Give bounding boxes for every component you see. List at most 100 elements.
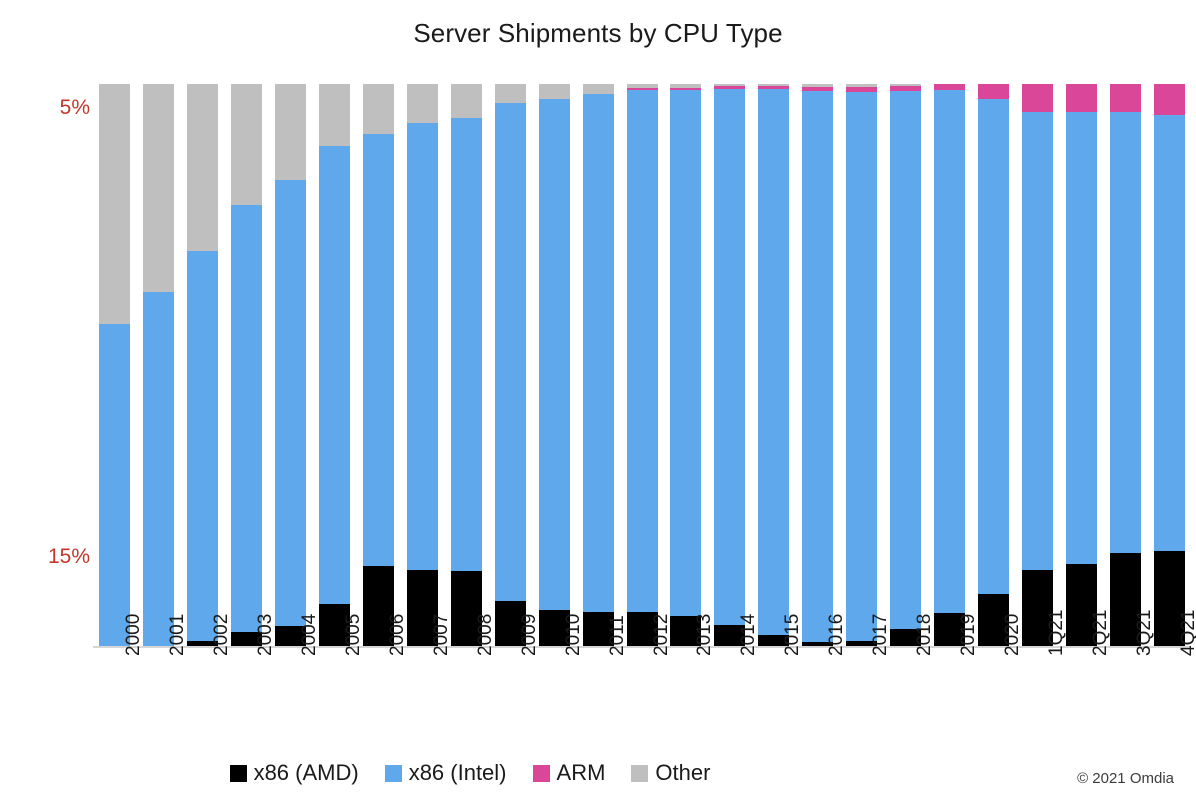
x-axis-tick-label: 2019 [958,613,979,656]
x-axis-tick-label: 2016 [826,613,847,656]
bar-segment [846,84,877,88]
bar-segment [275,84,306,181]
bar-segment [1110,84,1141,112]
bar-segment [670,90,701,617]
bar-segment [934,90,965,613]
x-axis-tick-label: 2007 [431,613,452,656]
bar-segment [627,90,658,612]
x-axis-tick-label: 2013 [694,613,715,656]
x-axis-tick-label: 2014 [738,613,759,656]
bar-segment [627,87,658,91]
bar-column [1022,84,1053,646]
bar-column [143,84,174,646]
bar-segment [890,85,921,91]
bar-column [846,84,877,646]
bar-column [758,84,789,646]
bar-column [890,84,921,646]
legend-swatch-icon [229,764,247,782]
bar-segment [670,87,701,91]
bar-segment [99,323,130,646]
bar-segment [143,291,174,646]
x-axis-tick-label: 2012 [651,613,672,656]
bar-column [319,84,350,646]
bar-segment [1022,84,1053,112]
x-axis-tick-label: 2Q21 [1090,609,1111,656]
bar-segment [451,84,482,118]
y-axis-tick-label-5: 5% [59,96,90,119]
bar-segment [319,145,350,604]
bar-segment [539,84,570,99]
legend-label: x86 (AMD) [253,760,359,785]
x-axis-tick-label: 2018 [914,613,935,656]
bar-segment [758,89,789,635]
bar-segment [714,88,745,626]
bar-segment [846,91,877,641]
bar-segment [846,87,877,92]
bar-segment [934,84,965,91]
bar-column [1110,84,1141,646]
legend-label: ARM [556,760,606,785]
bar-segment [187,84,218,251]
legend-item: x86 (Intel) [384,760,507,786]
bar-column [539,84,570,646]
legend-label: Other [655,760,711,785]
bar-column [495,84,526,646]
bar-segment [319,84,350,146]
bar-segment [1066,84,1097,113]
bar-segment [275,180,306,626]
bar-column [407,84,438,646]
bar-column [187,84,218,646]
bar-segment [714,84,745,87]
bar-segment [670,84,701,88]
legend-item: ARM [532,760,606,786]
bar-column [670,84,701,646]
bar-column [627,84,658,646]
x-axis-tick-label: 2003 [255,613,276,656]
bar-segment [802,84,833,87]
bar-segment [1154,114,1185,552]
bar-segment [495,84,526,104]
x-axis-tick-label: 2020 [1002,613,1023,656]
bar-column [714,84,745,646]
bar-segment [802,86,833,91]
x-axis-tick-label: 2004 [299,613,320,656]
x-axis-tick-label: 2008 [475,613,496,656]
bar-column [99,84,130,646]
bar-segment [99,84,130,324]
x-axis-tick-label: 2001 [167,613,188,656]
x-axis-tick-label: 2009 [519,613,540,656]
bar-column [802,84,833,646]
bar-segment [978,98,1009,595]
plot-area [99,84,1185,646]
bar-segment [539,98,570,611]
bar-segment [627,84,658,88]
legend-label: x86 (Intel) [408,760,507,785]
bar-segment [1066,112,1097,564]
y-axis-tick-label-15: 15% [47,545,90,568]
bar-segment [363,84,394,135]
bar-segment [583,84,614,94]
x-axis-tick-label: 2011 [607,615,628,656]
copyright-notice: © 2021 Omdia [1077,770,1174,787]
bar-segment [143,84,174,292]
legend-swatch-icon [631,764,649,782]
bar-column [978,84,1009,646]
bar-segment [407,123,438,571]
bar-segment [978,84,1009,99]
x-axis-tick-label: 2017 [870,613,891,656]
bar-segment [802,90,833,643]
bar-segment [583,93,614,613]
legend: x86 (AMD) x86 (Intel) ARM Other [0,760,940,786]
bar-column [934,84,965,646]
bar-segment [1110,111,1141,554]
bar-column [1154,84,1185,646]
bar-column [363,84,394,646]
x-axis-tick-label: 2005 [343,613,364,656]
bar-segment [231,84,262,205]
legend-swatch-icon [384,764,402,782]
bar-segment [187,250,218,641]
bar-column [275,84,306,646]
bar-segment [890,90,921,630]
legend-item: Other [631,760,710,786]
bar-segment [1022,111,1053,571]
